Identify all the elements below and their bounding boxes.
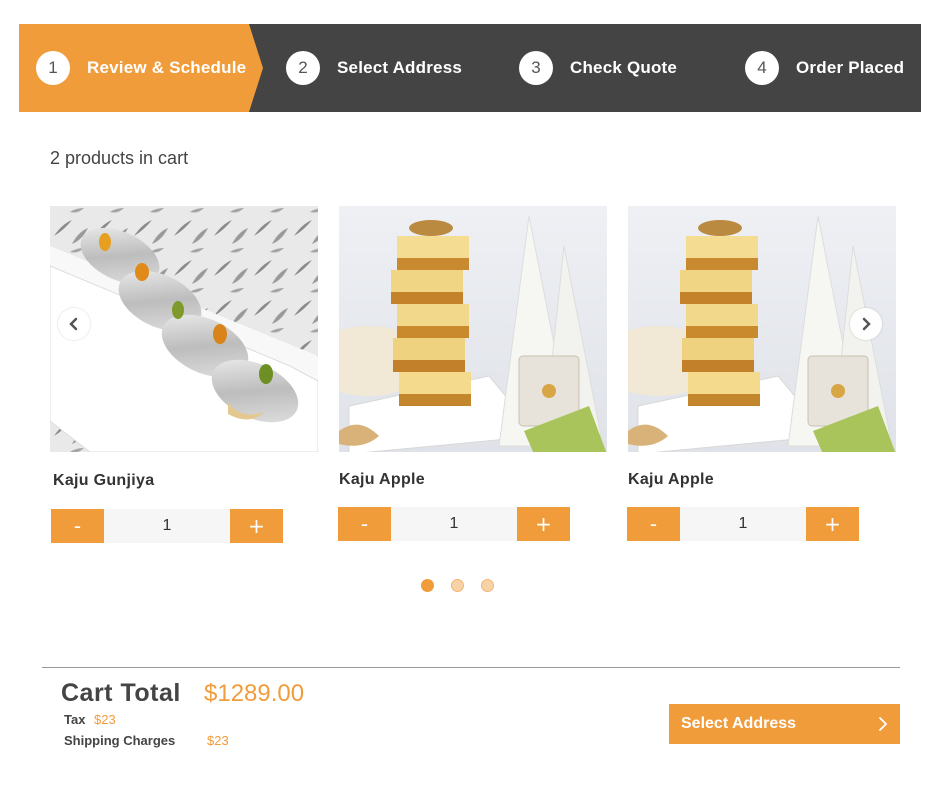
- product-card: [628, 206, 896, 452]
- carousel-dot-active[interactable]: [421, 579, 434, 592]
- step-number: 2: [286, 51, 320, 85]
- product-card: [50, 206, 318, 452]
- quantity-stepper: - +: [627, 507, 859, 541]
- step-label: Select Address: [337, 58, 463, 77]
- quantity-input[interactable]: [104, 509, 230, 543]
- step-order-placed[interactable]: 4 Order Placed: [745, 24, 904, 112]
- product-card: [339, 206, 607, 452]
- step-label: Review & Schedule: [87, 58, 247, 77]
- carousel-dot[interactable]: [451, 579, 464, 592]
- tax-label: Tax: [64, 712, 86, 727]
- product-name: Kaju Apple: [628, 471, 714, 488]
- shipping-label: Shipping Charges: [64, 733, 176, 748]
- checkout-stepper: 1 Review & Schedule 2 Select Address 3 C…: [19, 24, 921, 112]
- step-number: 4: [745, 51, 779, 85]
- quantity-input[interactable]: [391, 507, 517, 541]
- product-image[interactable]: [628, 206, 896, 452]
- step-label: Check Quote: [570, 58, 678, 77]
- step-number: 3: [519, 51, 553, 85]
- product-image[interactable]: [339, 206, 607, 452]
- increase-quantity-button[interactable]: +: [806, 507, 859, 541]
- product-name: Kaju Apple: [339, 471, 425, 488]
- step-select-address[interactable]: 2 Select Address: [286, 24, 462, 112]
- step-check-quote[interactable]: 3 Check Quote: [519, 24, 677, 112]
- chevron-left-icon: [69, 317, 78, 331]
- step-label: Order Placed: [796, 58, 905, 77]
- carousel-next-button[interactable]: [850, 308, 882, 340]
- quantity-stepper: - +: [51, 509, 283, 543]
- step-review-schedule[interactable]: 1 Review & Schedule: [36, 24, 246, 112]
- carousel-prev-button[interactable]: [58, 308, 90, 340]
- cart-count-heading: 2 products in cart: [50, 148, 189, 168]
- select-address-button-label: Select Address: [681, 715, 797, 732]
- step-number: 1: [36, 51, 70, 85]
- increase-quantity-button[interactable]: +: [230, 509, 283, 543]
- cart-total-value: $1289.00: [204, 680, 305, 707]
- tax-value: $23: [94, 712, 116, 727]
- shipping-value: $23: [207, 733, 229, 748]
- summary-divider: [42, 667, 900, 668]
- cart-total-label: Cart Total: [61, 679, 181, 707]
- chevron-right-icon: [862, 317, 871, 331]
- carousel-dot[interactable]: [481, 579, 494, 592]
- quantity-stepper: - +: [338, 507, 570, 541]
- increase-quantity-button[interactable]: +: [517, 507, 570, 541]
- product-image[interactable]: [50, 206, 318, 452]
- select-address-button[interactable]: Select Address: [669, 704, 900, 744]
- chevron-right-icon: [879, 717, 888, 731]
- product-name: Kaju Gunjiya: [53, 472, 155, 489]
- quantity-input[interactable]: [680, 507, 806, 541]
- decrease-quantity-button[interactable]: -: [627, 507, 680, 541]
- decrease-quantity-button[interactable]: -: [51, 509, 104, 543]
- decrease-quantity-button[interactable]: -: [338, 507, 391, 541]
- active-step-arrow: [249, 24, 263, 112]
